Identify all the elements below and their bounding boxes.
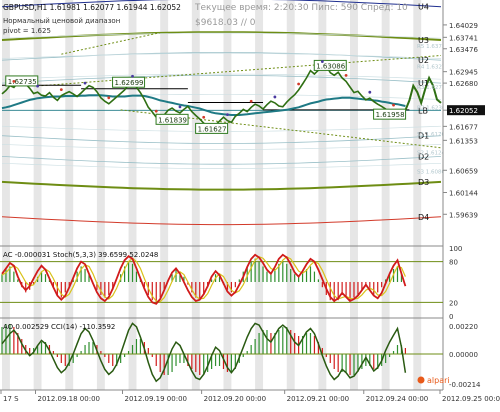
session-band	[191, 0, 200, 390]
cci-tick-label: 0.00000	[449, 351, 478, 359]
alpari-logo-icon	[417, 376, 425, 384]
session-band	[318, 0, 327, 390]
stoch-tick-label: 0	[449, 313, 453, 321]
time-tick-label: 2012.09.18 00:00	[38, 395, 100, 403]
price-tick-label: 1.64029	[449, 22, 478, 30]
price-callout-text: 1.61839	[158, 116, 187, 124]
price-callout-text: 1.61958	[376, 111, 405, 119]
pivot-level-label: R2 1.6230	[417, 105, 446, 111]
pivot-level-label: R4 1.6327	[417, 65, 446, 71]
price-tick-label: 1.61353	[449, 137, 478, 145]
price-tick-label: 1.63741	[449, 34, 478, 42]
balance-line: $9618.03 // 0	[195, 18, 256, 28]
level-label: U4	[418, 3, 429, 12]
pivot-level-label: S1 1.6170	[417, 132, 445, 138]
price-marker	[226, 113, 229, 117]
time-tick-label: 2012.09.19 00:00	[125, 395, 187, 403]
price-marker	[178, 105, 182, 109]
session-band	[128, 0, 137, 390]
price-tick-label: 1.62945	[449, 69, 478, 77]
session-band	[350, 0, 358, 390]
price-marker	[59, 88, 63, 92]
price-marker	[297, 82, 301, 86]
stoch-panel-label: AC -0.000031 Stoch(5,3,3) 39.6599 52.024…	[3, 251, 158, 259]
price-tick-label: 1.63476	[449, 46, 478, 54]
pivot-level-label: S2 1.6124	[417, 150, 445, 156]
price-marker	[36, 84, 39, 88]
stoch-tick-label: 20	[449, 299, 458, 307]
stoch-tick-label: 100	[449, 245, 462, 253]
session-band	[381, 0, 390, 390]
price-tick-label: 1.62052	[449, 107, 478, 115]
session-band	[160, 0, 169, 390]
price-marker	[202, 115, 206, 119]
price-marker	[368, 90, 372, 94]
level-label: D4	[418, 213, 429, 222]
price-tick-label: 1.62680	[449, 80, 478, 88]
price-marker	[107, 96, 111, 100]
time-tick-label: 2012.09.20 00:00	[204, 395, 266, 403]
price-callout-text: 1.62735	[8, 78, 37, 86]
price-tick-label: 1.59639	[449, 211, 478, 219]
price-callout-text: 1.62699	[115, 79, 144, 87]
pivot-level-labels: R5 1.6375 R4 1.6327 R3 1.6277 R2 1.6230 S1 1…	[417, 44, 446, 175]
time-tick-label: 2012.09.25 00:00	[442, 395, 500, 403]
price-marker	[320, 60, 324, 63]
price-marker	[83, 81, 87, 85]
price-tick-label: 1.61677	[449, 123, 478, 131]
cci-tick-label: 0.00220	[449, 323, 478, 331]
stoch-tick-label: 80	[449, 259, 458, 267]
price-marker	[12, 80, 16, 83]
alpari-wordmark: alpari	[427, 376, 450, 385]
price-marker	[273, 95, 277, 99]
price-tick-label: 1.60144	[449, 189, 478, 197]
session-band	[255, 0, 264, 390]
price-callout-text: 1.63086	[316, 62, 345, 70]
time-tick-label: 17 S	[3, 395, 19, 403]
session-band	[65, 0, 74, 390]
level-label: D3	[418, 178, 429, 187]
price-marker	[344, 73, 348, 77]
price-marker	[392, 103, 395, 107]
session-band	[223, 0, 232, 390]
symbol-label: GBPUSD,H1 1.61981 1.62077 1.61944 1.6205…	[3, 3, 181, 12]
pivot-level-label: R5 1.6375	[417, 44, 446, 50]
price-marker	[249, 99, 253, 103]
indicator-name: Нормальный ценовой диапазон	[3, 17, 120, 25]
time-tick-label: 2012.09.21 00:00	[287, 395, 349, 403]
price-callout-text: 1.61627	[198, 125, 227, 133]
session-band	[96, 0, 105, 390]
pivot-label: pivot = 1.625	[3, 27, 51, 35]
cci-panel-label: AO 0.002529 CCI(14) -110.3592	[3, 323, 115, 331]
price-marker	[131, 74, 134, 78]
terminal-chart-window: 1.62735 1.62699 1.61839 1.61627 1.63086 1.619…	[0, 0, 500, 408]
pivot-level-label: R3 1.6277	[417, 85, 446, 91]
price-tick-label: 1.60659	[449, 167, 478, 175]
pivot-level-label: S3 1.6080	[417, 169, 445, 175]
status-line: Текущее время: 2:20:30 Пипс: 590 Спред: …	[194, 3, 408, 13]
price-marker	[154, 109, 158, 113]
gbpusd-chart[interactable]: 1.62735 1.62699 1.61839 1.61627 1.63086 1.619…	[0, 0, 500, 408]
time-tick-label: 2012.09.24 00:00	[366, 395, 428, 403]
cci-tick-label: -0.00214	[449, 381, 481, 389]
